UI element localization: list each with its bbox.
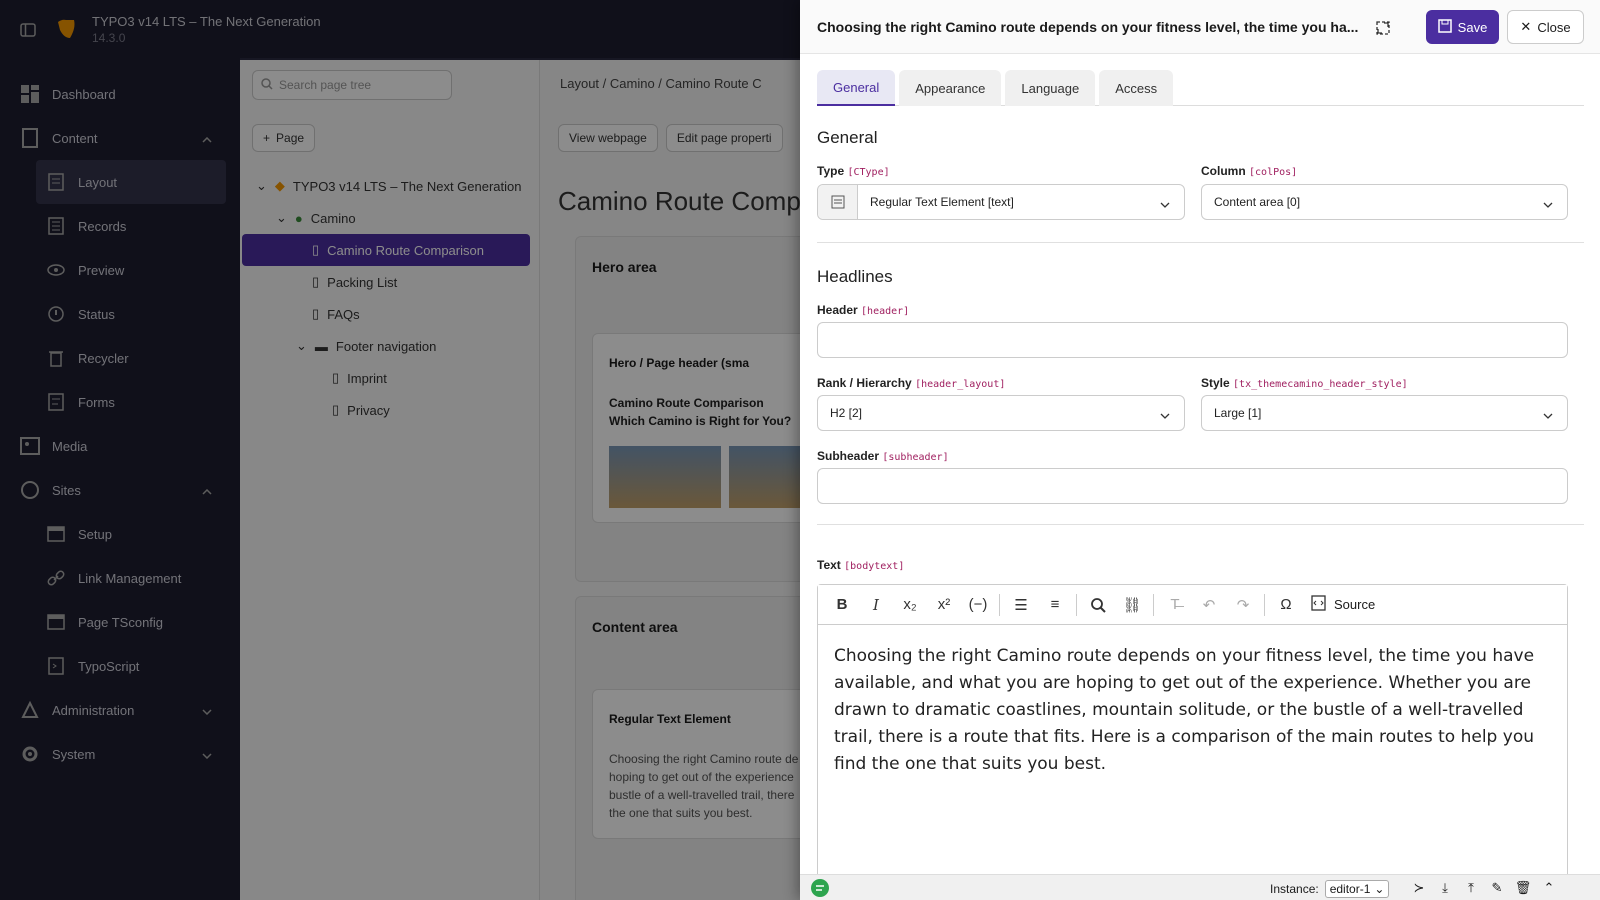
column-label: Column [colPos] xyxy=(1201,164,1297,178)
typo3-backend: TYPO3 v14 LTS – The Next Generation 14.3… xyxy=(0,0,1600,900)
remove-format-icon[interactable]: T̶ xyxy=(1159,589,1191,621)
header-label-text: Header xyxy=(817,303,858,317)
bodytext-label-text: Text xyxy=(817,558,841,572)
undo-icon[interactable]: ↶ xyxy=(1193,589,1225,621)
text-element-icon xyxy=(818,185,858,219)
column-select[interactable]: Content area [0] xyxy=(1201,184,1568,220)
close-button[interactable]: ✕ Close xyxy=(1507,10,1584,44)
type-label-text: Type xyxy=(817,164,845,178)
link-icon[interactable]: ⛓ xyxy=(1116,589,1148,621)
style-key: [tx_themecamino_header_style] xyxy=(1233,379,1408,390)
type-select[interactable]: Regular Text Element [text] xyxy=(817,184,1185,220)
panel-header: Choosing the right Camino route depends … xyxy=(800,0,1600,54)
delete-icon[interactable]: 🗑 xyxy=(1514,879,1532,897)
section-general-title: General xyxy=(817,128,878,147)
header-input[interactable] xyxy=(817,322,1568,358)
style-label-text: Style xyxy=(1201,376,1230,390)
divider xyxy=(817,524,1584,525)
column-value: Content area [0] xyxy=(1214,195,1301,209)
subheader-label: Subheader [subheader] xyxy=(817,449,949,463)
chevron-down-icon xyxy=(1543,197,1553,211)
type-label: Type [CType] xyxy=(817,164,890,178)
subheader-input[interactable] xyxy=(817,468,1568,504)
special-characters-icon[interactable]: Ω xyxy=(1270,589,1302,621)
style-value: Large [1] xyxy=(1214,406,1262,420)
style-select[interactable]: Large [1] xyxy=(1201,395,1568,431)
divider xyxy=(817,242,1584,243)
bold-icon[interactable]: B xyxy=(826,589,858,621)
rich-text-editor: B I x₂ x² (−) ☰ ≡ ⛓ T̶ ↶ ↷ Ω Source Choo… xyxy=(817,584,1568,900)
chevron-up-icon[interactable]: ⌃ xyxy=(1540,879,1558,897)
bodytext-content[interactable]: Choosing the right Camino route depends … xyxy=(818,625,1567,796)
header-label: Header [header] xyxy=(817,303,909,317)
separator xyxy=(999,593,1000,616)
find-replace-icon[interactable] xyxy=(1082,589,1114,621)
column-key: [colPos] xyxy=(1249,167,1298,178)
separator xyxy=(1076,593,1077,616)
style-label: Style [tx_themecamino_header_style] xyxy=(1201,376,1408,390)
tab-appearance[interactable]: Appearance xyxy=(899,70,1002,106)
subscript-icon[interactable]: x₂ xyxy=(894,589,926,621)
download-icon[interactable]: ⤓ xyxy=(1436,879,1454,897)
numbered-list-icon[interactable]: ≡ xyxy=(1039,589,1071,621)
bodytext-label: Text [bodytext] xyxy=(817,558,904,572)
instance-label: Instance: xyxy=(1270,882,1319,896)
bulleted-list-icon[interactable]: ☰ xyxy=(1005,589,1037,621)
instance-value: editor-1 xyxy=(1329,882,1371,896)
chevron-down-icon xyxy=(1543,408,1553,422)
instance-select[interactable]: editor-1 ⌄ xyxy=(1324,880,1390,898)
redo-icon[interactable]: ↷ xyxy=(1227,589,1259,621)
type-value: Regular Text Element [text] xyxy=(870,195,1014,209)
save-button[interactable]: Save xyxy=(1426,10,1499,44)
grammar-check-icon[interactable] xyxy=(810,878,830,900)
subheader-key: [subheader] xyxy=(882,452,949,463)
chevron-down-icon xyxy=(1160,197,1170,211)
header-key: [header] xyxy=(861,306,910,317)
rank-key: [header_layout] xyxy=(915,379,1006,390)
statusbar-actions: ≻ ⤓ ⤒ ✎ 🗑 ⌃ xyxy=(1410,879,1558,897)
edit-panel: Choosing the right Camino route depends … xyxy=(800,0,1600,900)
rte-toolbar: B I x₂ x² (−) ☰ ≡ ⛓ T̶ ↶ ↷ Ω Source xyxy=(818,585,1567,625)
editor-statusbar: Instance: editor-1 ⌄ ≻ ⤓ ⤒ ✎ 🗑 ⌃ xyxy=(800,874,1600,900)
close-icon: ✕ xyxy=(1520,19,1532,34)
superscript-icon[interactable]: x² xyxy=(928,589,960,621)
bodytext-key: [bodytext] xyxy=(844,561,905,572)
column-label-text: Column xyxy=(1201,164,1246,178)
modal-backdrop[interactable] xyxy=(0,0,800,900)
subheader-label-text: Subheader xyxy=(817,449,880,463)
italic-icon[interactable]: I xyxy=(860,589,892,621)
tab-access[interactable]: Access xyxy=(1099,70,1174,106)
terminal-icon[interactable]: ≻ xyxy=(1410,879,1428,897)
save-icon xyxy=(1437,18,1452,36)
rank-value: H2 [2] xyxy=(830,406,863,420)
separator xyxy=(1264,593,1265,616)
chevron-down-icon: ⌄ xyxy=(1374,882,1385,896)
rank-label-text: Rank / Hierarchy xyxy=(817,376,912,390)
instance-selector: Instance: editor-1 ⌄ xyxy=(1270,880,1390,898)
tab-language[interactable]: Language xyxy=(1005,70,1096,106)
close-label: Close xyxy=(1537,19,1571,35)
chevron-down-icon xyxy=(1160,408,1170,422)
panel-title: Choosing the right Camino route depends … xyxy=(817,19,1359,35)
rank-select[interactable]: H2 [2] xyxy=(817,395,1185,431)
tab-general[interactable]: General xyxy=(817,70,896,106)
expand-icon[interactable] xyxy=(1373,18,1393,38)
soft-hyphen-icon[interactable]: (−) xyxy=(962,589,994,621)
type-key: [CType] xyxy=(847,167,890,178)
upload-icon[interactable]: ⤒ xyxy=(1462,879,1480,897)
separator xyxy=(1153,593,1154,616)
source-label: Source xyxy=(1334,597,1376,612)
save-label: Save xyxy=(1457,19,1488,35)
form-tabs: General Appearance Language Access xyxy=(817,70,1584,106)
source-button[interactable]: Source xyxy=(1304,594,1381,615)
section-headlines-title: Headlines xyxy=(817,267,893,286)
source-icon xyxy=(1310,594,1328,615)
clear-icon[interactable]: ✎ xyxy=(1488,879,1506,897)
rank-label: Rank / Hierarchy [header_layout] xyxy=(817,376,1005,390)
